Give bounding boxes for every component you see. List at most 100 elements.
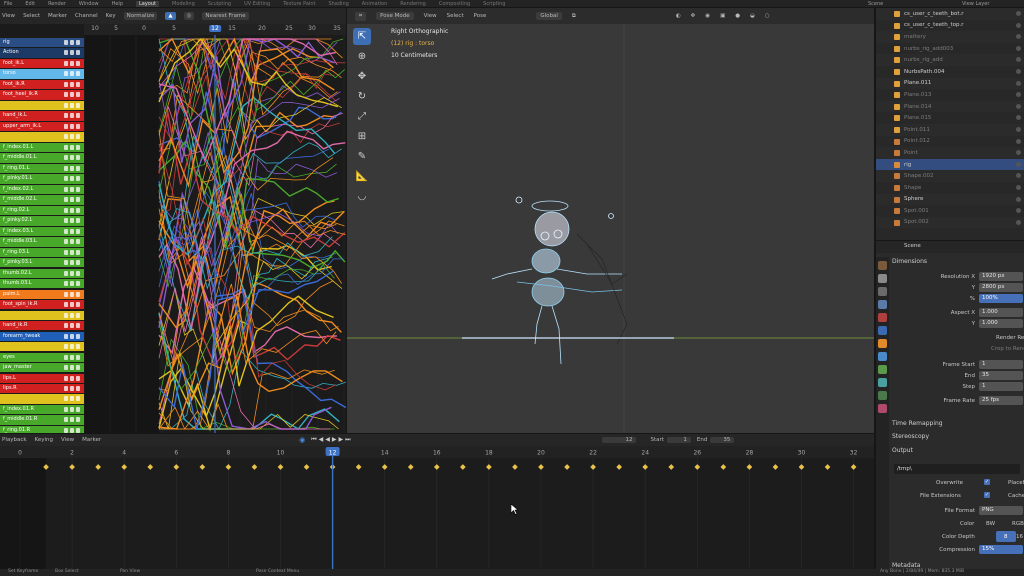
channel-toggle-icons[interactable]: [64, 113, 82, 119]
channel-row[interactable]: f_middle.01.R: [0, 415, 84, 425]
menu-help[interactable]: Help: [112, 1, 123, 7]
percent-field[interactable]: 100%: [979, 294, 1023, 303]
channel-row[interactable]: lips.L: [0, 373, 84, 383]
workspace-tab-sculpting[interactable]: Sculpting: [208, 1, 231, 7]
visibility-toggle-icon[interactable]: [1016, 57, 1021, 63]
workspace-tab-modeling[interactable]: Modeling: [172, 1, 195, 7]
channel-toggle-icons[interactable]: [64, 260, 82, 266]
keyframe-marker[interactable]: [590, 464, 596, 470]
render-tab-icon[interactable]: [878, 274, 887, 283]
workspace-tab-scripting[interactable]: Scripting: [483, 1, 505, 7]
channel-row[interactable]: thumb.02.L: [0, 268, 84, 278]
channel-toggle-icons[interactable]: [64, 81, 82, 87]
channel-row[interactable]: [0, 100, 84, 111]
keyframe-marker[interactable]: [720, 464, 727, 470]
channel-row[interactable]: hand_ik.R: [0, 321, 84, 331]
keyframe-marker[interactable]: [694, 464, 701, 470]
scale-tool-icon[interactable]: ⤢: [353, 108, 371, 125]
compression-field[interactable]: 15%: [979, 545, 1023, 554]
channel-row[interactable]: [0, 394, 84, 404]
workspace-tab-texture-paint[interactable]: Texture Paint: [283, 1, 315, 7]
channel-row[interactable]: [0, 342, 84, 352]
keyframe-marker[interactable]: [355, 464, 362, 470]
output-path-field[interactable]: /tmp\: [894, 464, 1020, 474]
snap-icon[interactable]: ⧉: [572, 13, 576, 20]
end-frame-field[interactable]: 35: [710, 437, 735, 443]
keyframe-marker[interactable]: [121, 464, 128, 470]
channel-toggle-icons[interactable]: [64, 207, 82, 213]
workspace-tab-compositing[interactable]: Compositing: [439, 1, 470, 7]
select-tool-icon[interactable]: ▲: [165, 12, 176, 20]
xray-icon[interactable]: ▣: [720, 13, 725, 19]
visibility-toggle-icon[interactable]: [1016, 92, 1021, 98]
channel-row[interactable]: f_index.02.L: [0, 184, 84, 195]
channel-toggle-icons[interactable]: [64, 165, 82, 171]
keyframe-marker[interactable]: [642, 464, 649, 470]
outliner-item[interactable]: Point.011: [876, 123, 1024, 136]
channel-toggle-icons[interactable]: [64, 186, 82, 192]
channel-row[interactable]: palm.L: [0, 289, 84, 299]
file-format-field[interactable]: PNG: [979, 506, 1023, 515]
keyframe-marker[interactable]: [147, 464, 154, 470]
resolution-x-field[interactable]: 1920 px: [979, 272, 1023, 281]
keyframe-marker[interactable]: [850, 464, 857, 470]
channel-row[interactable]: [0, 132, 84, 142]
channel-toggle-icons[interactable]: [64, 102, 82, 108]
graph-menu-key[interactable]: Key: [106, 13, 116, 19]
physics-tab-icon[interactable]: [878, 365, 887, 374]
tool-tab-icon[interactable]: [878, 261, 887, 270]
keyframe-marker[interactable]: [772, 464, 779, 470]
channel-row[interactable]: f_middle.03.L: [0, 237, 84, 247]
channel-row[interactable]: f_pinky.02.L: [0, 216, 84, 226]
keyframe-marker[interactable]: [381, 464, 388, 470]
outliner-item[interactable]: Plane.014: [876, 100, 1024, 113]
timeline-track[interactable]: 0 2 4 6 8 10 12 14 16 18 20 22 24 26 28 30 32: [0, 446, 874, 569]
menu-window[interactable]: Window: [79, 1, 99, 7]
channel-row[interactable]: f_ring.01.L: [0, 163, 84, 174]
keyframe-marker[interactable]: [564, 464, 570, 470]
visibility-toggle-icon[interactable]: [1016, 150, 1021, 156]
visibility-toggle-icon[interactable]: [1016, 22, 1021, 28]
bone-tool-icon[interactable]: ◡: [353, 188, 371, 205]
outliner-item[interactable]: cs_user_c_teeth_top.r: [876, 20, 1024, 32]
step-field[interactable]: 1: [979, 382, 1023, 391]
channel-row[interactable]: f_ring.03.L: [0, 247, 84, 257]
outliner-item[interactable]: Point.012: [876, 136, 1024, 148]
proportional-edit-icon[interactable]: ◎: [183, 12, 195, 20]
channel-row[interactable]: f_middle.01.L: [0, 153, 84, 163]
channel-row[interactable]: rig: [0, 38, 84, 48]
normalize-toggle[interactable]: Normalize: [123, 12, 158, 20]
shading-material-icon[interactable]: ◒: [750, 13, 755, 19]
color-depth-16-button[interactable]: 16: [1016, 531, 1023, 542]
dimensions-section[interactable]: Dimensions: [892, 258, 927, 265]
keyframe-marker[interactable]: [486, 464, 492, 470]
channel-toggle-icons[interactable]: [64, 92, 82, 98]
checkbox-checked-icon[interactable]: ✓: [984, 479, 990, 485]
visibility-toggle-icon[interactable]: [1016, 161, 1021, 167]
shading-rendered-icon[interactable]: ○: [765, 13, 770, 19]
graph-frame-ruler[interactable]: 10 5 0 5 12 15 20 25 30 35: [84, 24, 346, 35]
channel-toggle-icons[interactable]: [64, 406, 82, 412]
outliner-item[interactable]: Spot.002: [876, 216, 1024, 229]
color-depth-8-button[interactable]: 8: [996, 531, 1016, 542]
constraint-tab-icon[interactable]: [878, 378, 887, 387]
channel-toggle-icons[interactable]: [64, 270, 82, 276]
playback-menu[interactable]: Playback: [2, 437, 27, 443]
output-section[interactable]: Output: [892, 447, 913, 454]
f-curve[interactable]: [158, 244, 332, 432]
current-frame-field[interactable]: 12: [602, 437, 637, 443]
channel-toggle-icons[interactable]: [64, 197, 82, 203]
channel-row[interactable]: f_index.01.L: [0, 142, 84, 153]
channel-row[interactable]: forearm_tweak: [0, 331, 84, 341]
keyframe-marker[interactable]: [69, 464, 75, 470]
outliner-item[interactable]: Shape: [876, 182, 1024, 194]
channel-row[interactable]: f_middle.02.L: [0, 195, 84, 205]
channel-toggle-icons[interactable]: [64, 344, 82, 350]
outliner-item[interactable]: Plane.015: [876, 112, 1024, 124]
nearest-frame-dropdown[interactable]: Nearest Frame: [202, 12, 249, 20]
aspect-y-field[interactable]: 1.000: [979, 319, 1023, 328]
channel-toggle-icons[interactable]: [64, 365, 82, 371]
world-tab-icon[interactable]: [878, 326, 887, 335]
measure-tool-icon[interactable]: 📐: [353, 168, 371, 185]
time-remapping-section[interactable]: Time Remapping: [892, 420, 943, 427]
